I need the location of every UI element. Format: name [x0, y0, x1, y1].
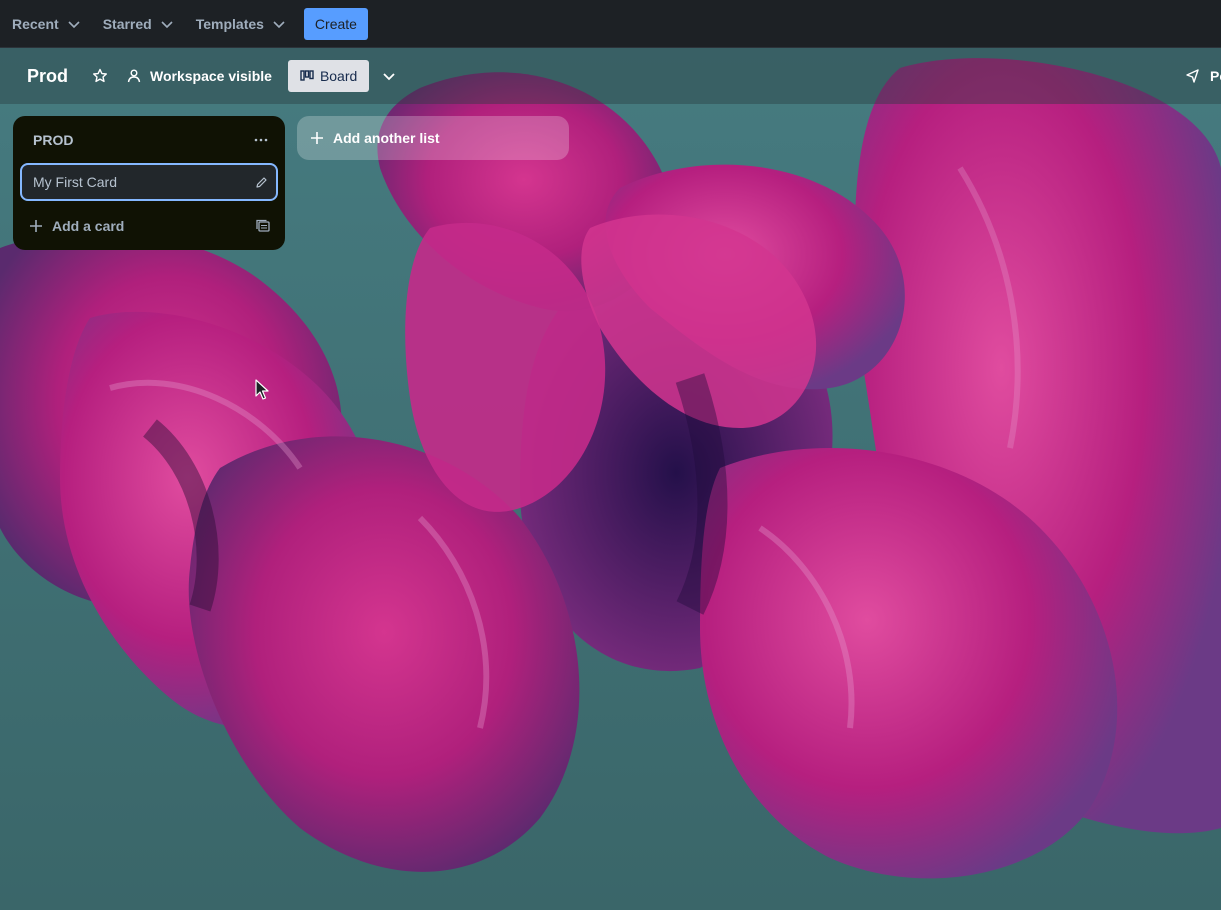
recent-menu[interactable]: Recent — [4, 8, 89, 40]
board-canvas: Prod Workspace visible Board P PROD My F… — [0, 48, 1221, 910]
board-header: Prod Workspace visible Board P — [0, 48, 1221, 104]
list-actions-button[interactable] — [251, 128, 271, 152]
templates-menu-label: Templates — [195, 15, 264, 32]
chevron-down-icon — [161, 20, 173, 28]
pencil-icon — [255, 176, 267, 188]
switch-view-button[interactable] — [379, 62, 399, 90]
starred-menu[interactable]: Starred — [95, 8, 182, 40]
list-title[interactable]: PROD — [33, 132, 73, 148]
visibility-button[interactable]: Workspace visible — [126, 60, 272, 92]
create-button[interactable]: Create — [303, 7, 368, 40]
starred-menu-label: Starred — [102, 15, 152, 32]
add-card-label: Add a card — [52, 218, 125, 234]
add-card-button[interactable]: Add a card — [21, 212, 241, 240]
add-another-list-button[interactable]: Add another list — [297, 116, 569, 160]
chevron-down-icon — [68, 20, 80, 28]
visibility-label: Workspace visible — [150, 68, 272, 84]
star-icon — [93, 68, 108, 83]
board-icon — [300, 70, 314, 81]
add-list-label: Add another list — [333, 130, 440, 146]
card[interactable]: My First Card — [20, 163, 278, 201]
templates-menu[interactable]: Templates — [188, 8, 294, 40]
megaphone-icon — [1186, 69, 1199, 83]
card-title: My First Card — [33, 174, 117, 190]
power-ups-button[interactable]: Po — [1186, 60, 1221, 92]
list-prod: PROD My First Card Add a card — [13, 116, 285, 250]
chevron-down-icon — [273, 20, 285, 28]
board-view-label: Board — [319, 68, 358, 84]
more-horizontal-icon — [254, 138, 268, 142]
plus-icon — [311, 132, 323, 144]
top-navigation-bar: Recent Starred Templates Create — [0, 0, 1221, 48]
plus-icon — [30, 220, 42, 232]
template-icon — [256, 219, 270, 232]
chevron-down-icon — [383, 73, 395, 81]
create-from-template-button[interactable] — [251, 214, 275, 238]
star-board-button[interactable] — [88, 62, 112, 90]
recent-menu-label: Recent — [12, 15, 59, 32]
people-icon — [127, 69, 141, 83]
board-title[interactable]: Prod — [27, 66, 68, 87]
board-view-button[interactable]: Board — [287, 60, 370, 92]
card-edit-button[interactable] — [252, 173, 270, 191]
power-ups-label: Po — [1210, 68, 1221, 84]
